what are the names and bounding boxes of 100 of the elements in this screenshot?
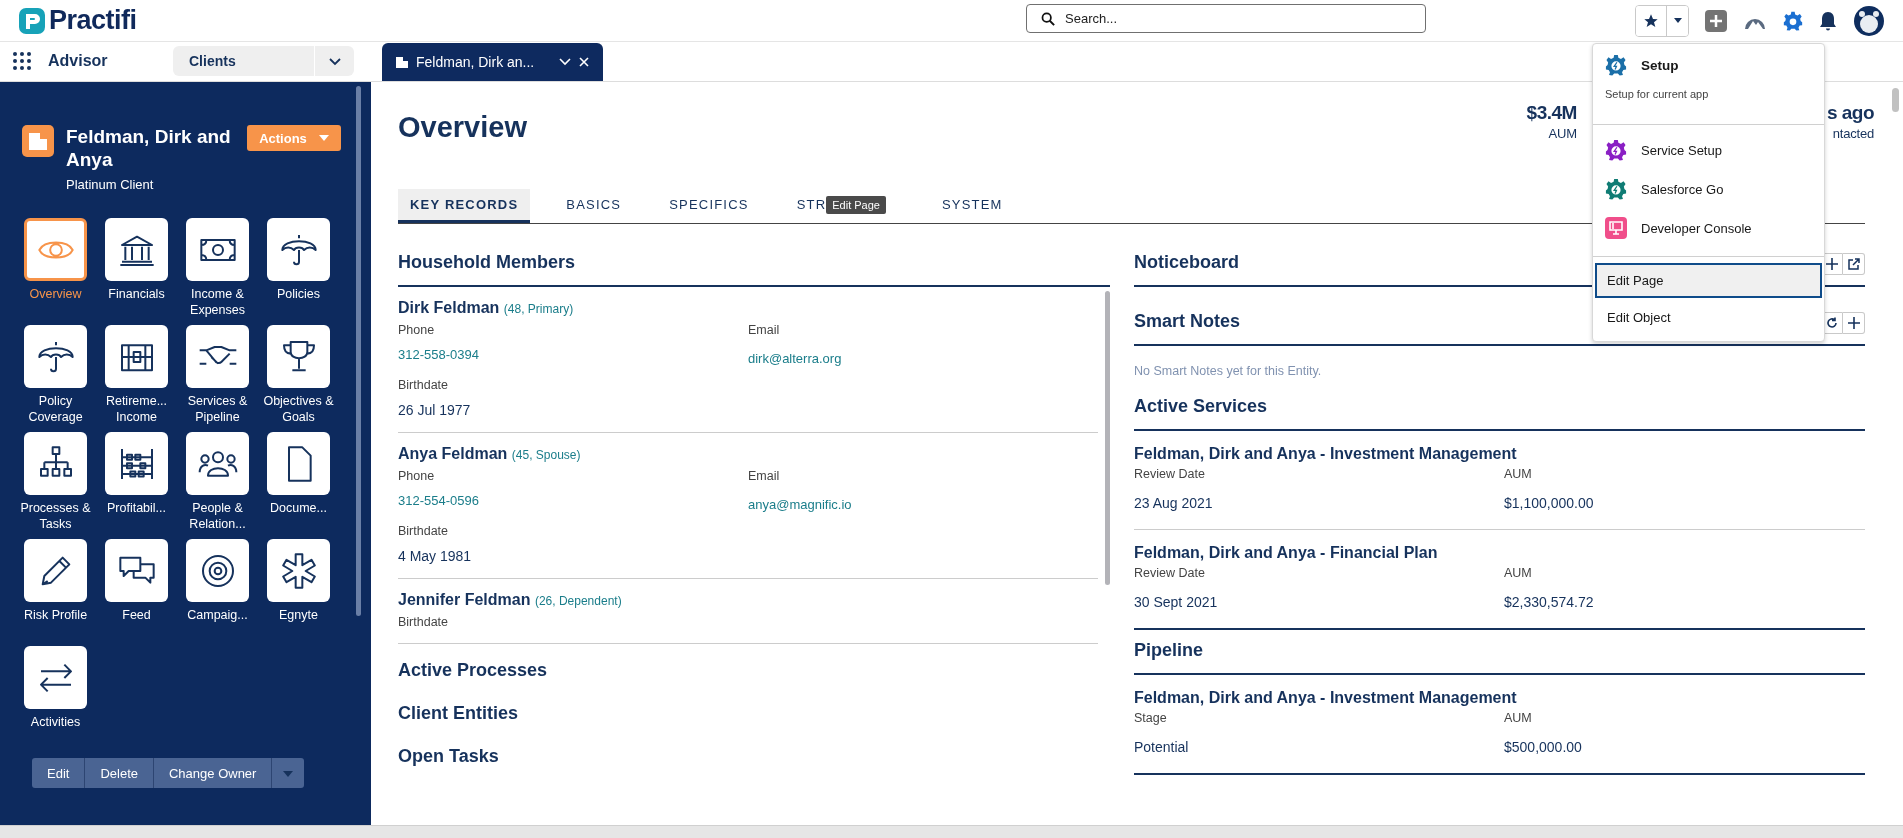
record-title[interactable]: Feldman, Dirk and Anya - Investment Management [1134, 689, 1865, 707]
settings-icon[interactable] [1783, 10, 1803, 31]
menu-item[interactable]: Service Setup [1641, 142, 1722, 158]
menu-item[interactable]: Setup [1641, 57, 1679, 73]
tile-label: Retireme... Income [104, 393, 169, 425]
logo-text: Practifi [49, 5, 137, 36]
section-heading: Smart Notes [1134, 310, 1241, 333]
field-label: Birthdate [398, 524, 449, 538]
tile-label: Income & Expenses [189, 286, 246, 318]
tile-button[interactable] [24, 432, 87, 495]
email-link[interactable]: dirk@alterra.org [748, 351, 842, 366]
menu-item[interactable]: Edit Object [1595, 300, 1822, 335]
record-action-button[interactable]: Edit [32, 758, 86, 788]
search-field[interactable]: Search... [1026, 4, 1426, 33]
favorites-menu-button[interactable] [1666, 5, 1688, 36]
app-launcher-icon[interactable] [12, 51, 32, 71]
tile-button[interactable] [24, 218, 87, 281]
add-button[interactable] [1843, 311, 1865, 334]
tile-label: Docume... [269, 500, 328, 516]
tile-label: Financials [107, 286, 166, 302]
avatar[interactable] [1853, 4, 1885, 37]
field-value: 26 Jul 1977 [398, 402, 471, 418]
tile-label: Processes & Tasks [19, 500, 92, 532]
phone-link[interactable]: 312-558-0394 [398, 347, 479, 362]
nav-tile[interactable]: Campaig... [186, 539, 249, 646]
email-link[interactable]: anya@magnific.io [748, 497, 852, 512]
open-external-button[interactable] [1843, 252, 1865, 275]
nav-tile[interactable]: Feed [105, 539, 168, 646]
stat-label: ntacted [1832, 126, 1874, 141]
section-tab[interactable]: SPECIFICS [657, 189, 761, 223]
nav-tile[interactable]: Policies [267, 218, 330, 325]
section-tab[interactable]: BASICS [554, 189, 634, 223]
tile-label: Risk Profile [22, 607, 89, 623]
menu-item[interactable]: Salesforce Go [1641, 181, 1724, 197]
bell-icon[interactable] [1819, 10, 1837, 31]
tile-button[interactable] [186, 432, 249, 495]
stat-value: $3.4M [1526, 102, 1577, 124]
add-icon[interactable] [1705, 9, 1727, 32]
empty-message: No Smart Notes yet for this Entity. [1134, 364, 1323, 378]
horizontal-scrollbar[interactable] [0, 825, 1903, 838]
tile-button[interactable] [24, 325, 87, 388]
field-label: Phone [398, 323, 435, 337]
field-value: 30 Sept 2021 [1134, 594, 1218, 610]
record-tab[interactable]: Feldman, Dirk an... [382, 43, 603, 81]
close-icon[interactable] [579, 57, 589, 67]
tile-button[interactable] [105, 432, 168, 495]
tile-label: Profitabil... [105, 500, 168, 516]
nav-tile[interactable]: Policy Coverage [24, 325, 87, 432]
tile-label: Feed [121, 607, 152, 623]
field-label: Stage [1134, 711, 1167, 725]
tile-button[interactable] [267, 432, 330, 495]
phone-link[interactable]: 312-554-0596 [398, 493, 479, 508]
menu-item[interactable]: Developer Console [1641, 220, 1752, 236]
tile-button[interactable] [24, 646, 87, 709]
record-action-button[interactable]: Change Owner [154, 758, 273, 788]
record-title[interactable]: Feldman, Dirk and Anya - Investment Management [1134, 445, 1865, 463]
nav-tile[interactable]: Financials [105, 218, 168, 325]
tile-label: Egnyte [278, 607, 319, 623]
tile-button[interactable] [186, 325, 249, 388]
tile-label: People & Relation... [188, 500, 247, 532]
scrollbar[interactable] [1105, 291, 1110, 585]
nav-tile[interactable]: Overview [24, 218, 87, 325]
menu-item[interactable]: Edit Page [1595, 263, 1822, 298]
nav-tile[interactable]: Profitabil... [105, 432, 168, 539]
tab-label: Feldman, Dirk an... [416, 54, 536, 70]
tile-label: Services & Pipeline [186, 393, 249, 425]
field-label: Email [748, 469, 780, 483]
tile-label: Campaig... [186, 607, 249, 623]
tile-button[interactable] [267, 325, 330, 388]
tile-button[interactable] [105, 325, 168, 388]
section-tab[interactable]: KEY RECORDS [398, 189, 531, 223]
tile-button[interactable] [186, 218, 249, 281]
tile-button[interactable] [186, 539, 249, 602]
nav-tile[interactable]: Activities [24, 646, 87, 753]
field-value: $2,330,574.72 [1504, 594, 1594, 610]
tile-label: Objectives & Goals [262, 393, 335, 425]
tile-label: Policies [275, 286, 322, 302]
tile-button[interactable] [267, 539, 330, 602]
scrollbar[interactable] [1892, 88, 1899, 112]
nav-tile[interactable]: Income & Expenses [186, 218, 249, 325]
chevron-icon[interactable] [559, 58, 571, 66]
nav-tile[interactable]: Egnyte [267, 539, 330, 646]
nav-tile[interactable]: Services & Pipeline [186, 325, 249, 432]
section-tab[interactable]: SYSTEM [929, 189, 1015, 223]
tile-button[interactable] [24, 539, 87, 602]
tile-button[interactable] [105, 539, 168, 602]
nav-tile[interactable]: Risk Profile [24, 539, 87, 646]
field-value: Potential [1134, 739, 1189, 755]
nav-tile[interactable]: Docume... [267, 432, 330, 539]
nav-tile[interactable]: Retireme... Income [105, 325, 168, 432]
tooltip: Edit Page [826, 196, 886, 214]
record-action-button[interactable]: Delete [85, 758, 154, 788]
record-name: Feldman, Dirk and Anya [66, 125, 232, 171]
tile-button[interactable] [105, 218, 168, 281]
record-type: Platinum Client [66, 177, 155, 192]
scrollbar[interactable] [356, 86, 361, 616]
tile-button[interactable] [267, 218, 330, 281]
nav-tile[interactable]: People & Relation... [186, 432, 249, 539]
record-title[interactable]: Feldman, Dirk and Anya - Financial Plan [1134, 544, 1865, 562]
building-icon [396, 56, 408, 68]
